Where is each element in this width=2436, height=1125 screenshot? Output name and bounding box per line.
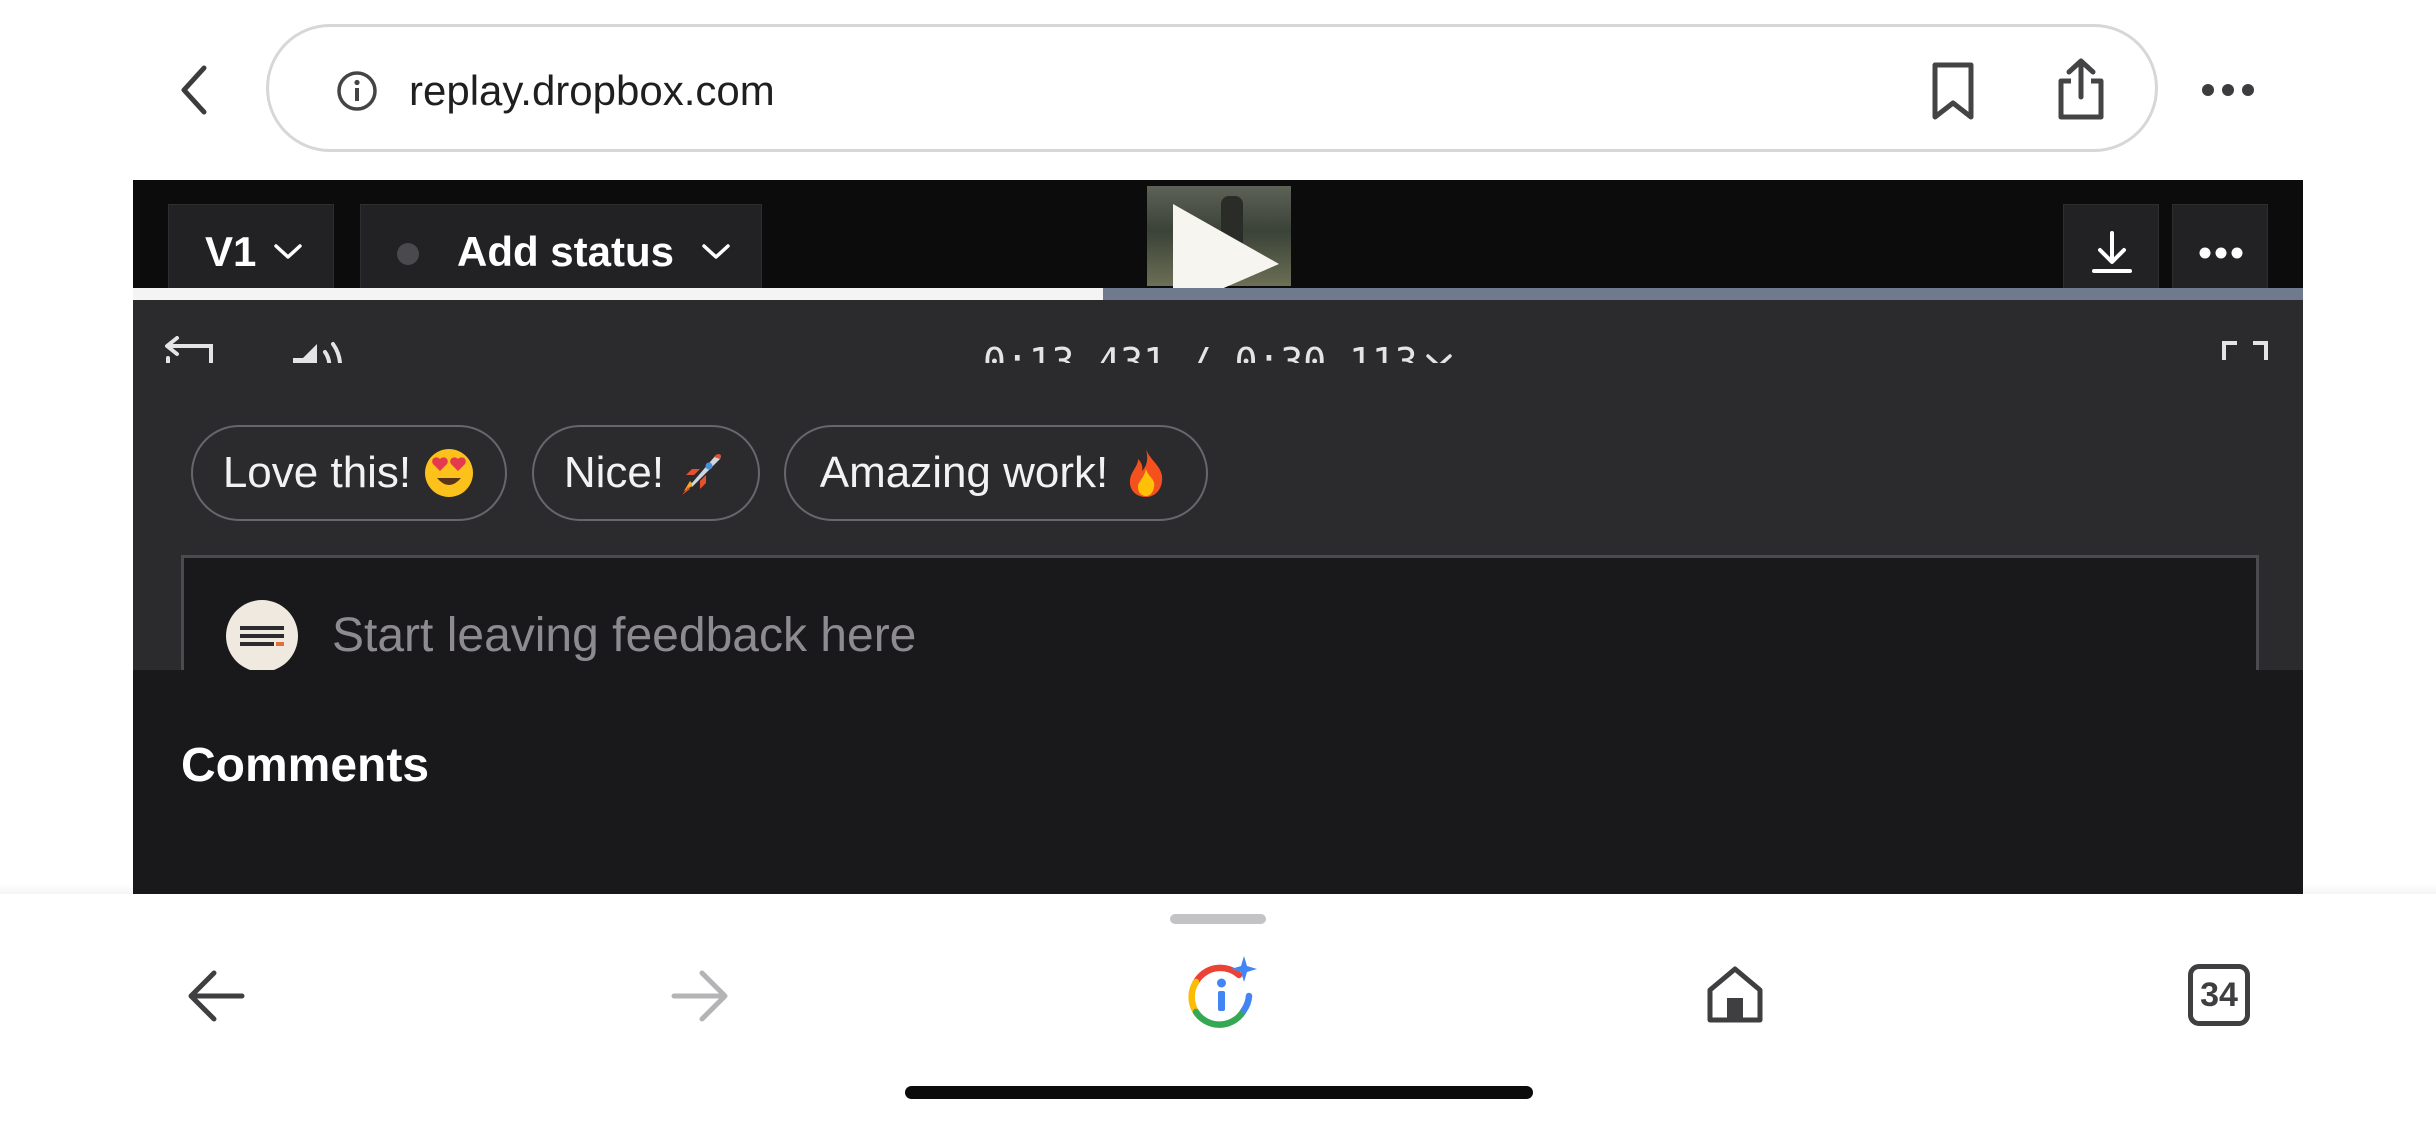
avatar-logo — [240, 626, 284, 646]
fullscreen-button[interactable] — [2221, 340, 2269, 363]
home-icon — [1707, 966, 1763, 1023]
volume-button[interactable] — [289, 338, 345, 363]
player-more-button[interactable] — [2172, 204, 2268, 300]
add-status-dropdown[interactable]: Add status — [360, 204, 762, 300]
version-dropdown[interactable]: V1 — [168, 204, 334, 300]
feedback-placeholder: Start leaving feedback here — [332, 609, 917, 662]
heart-eyes-emoji-icon — [425, 449, 474, 497]
chevron-left-icon — [181, 65, 207, 115]
loop-icon — [165, 336, 213, 363]
address-bar[interactable]: replay.dropbox.com — [266, 24, 2158, 152]
nav-back-button[interactable] — [186, 968, 246, 1024]
reaction-label: Nice! — [563, 448, 665, 497]
progress-bar[interactable] — [133, 288, 2303, 300]
rocket-emoji-icon — [682, 454, 721, 495]
video-player[interactable]: V1 Add status 0:13.431 / 0:30.113 — [133, 180, 2303, 363]
status-label: Add status — [457, 228, 675, 275]
bookmark-icon — [1932, 62, 1974, 120]
browser-back-button[interactable] — [170, 62, 222, 118]
reaction-love-this[interactable]: Love this! — [191, 425, 507, 521]
reaction-label: Love this! — [222, 448, 412, 497]
status-dot — [397, 243, 419, 265]
avatar — [226, 600, 298, 670]
nav-forward-button[interactable] — [670, 968, 730, 1024]
home-indicator[interactable] — [905, 1086, 1533, 1099]
browser-top-bar: replay.dropbox.com — [0, 0, 2436, 178]
reaction-label: Amazing work! — [819, 448, 1109, 497]
tabs-button[interactable]: 34 — [2188, 964, 2250, 1026]
share-button[interactable] — [2053, 57, 2109, 121]
url-text[interactable]: replay.dropbox.com — [409, 65, 775, 117]
loop-button[interactable] — [163, 336, 219, 363]
more-icon — [2199, 247, 2243, 259]
browser-more-button[interactable] — [2200, 70, 2256, 110]
progress-remaining — [1103, 288, 2303, 300]
google-lens-button[interactable] — [1182, 956, 1260, 1034]
volume-icon — [293, 342, 343, 363]
download-icon — [2092, 231, 2132, 273]
sheet-handle[interactable] — [1170, 914, 1266, 924]
browser-bottom-toolbar: 34 — [0, 894, 2436, 1125]
timecode[interactable]: 0:13.431 / 0:30.113 — [983, 340, 1418, 363]
chevron-down-icon — [274, 244, 302, 259]
fullscreen-icon — [2222, 341, 2268, 360]
google-lens-icon — [1188, 956, 1257, 1028]
home-button[interactable] — [1704, 964, 1766, 1024]
download-button[interactable] — [2063, 204, 2159, 300]
arrow-left-icon — [188, 970, 245, 1022]
feedback-panel: Love this! Nice! Amazing work! Start lea… — [133, 363, 2303, 670]
replay-page: V1 Add status 0:13.431 / 0:30.113 Love t… — [133, 180, 2303, 894]
share-icon — [2058, 58, 2104, 120]
feedback-input[interactable]: Start leaving feedback here — [181, 555, 2259, 670]
chevron-down-icon[interactable] — [1425, 352, 1453, 363]
reaction-amazing-work[interactable]: Amazing work! — [784, 425, 1208, 521]
bookmark-button[interactable] — [1925, 61, 1981, 121]
arrow-right-icon — [671, 970, 728, 1022]
more-horizontal-icon — [2202, 84, 2254, 96]
info-icon[interactable] — [335, 69, 379, 113]
progress-played — [133, 288, 1103, 300]
comments-heading: Comments — [181, 739, 430, 792]
reaction-nice[interactable]: Nice! — [532, 425, 760, 521]
chevron-down-icon — [702, 244, 730, 259]
fire-emoji-icon — [1130, 449, 1163, 497]
version-label: V1 — [205, 228, 257, 275]
player-controls: 0:13.431 / 0:30.113 — [133, 300, 2303, 363]
tab-count: 34 — [2200, 976, 2238, 1014]
